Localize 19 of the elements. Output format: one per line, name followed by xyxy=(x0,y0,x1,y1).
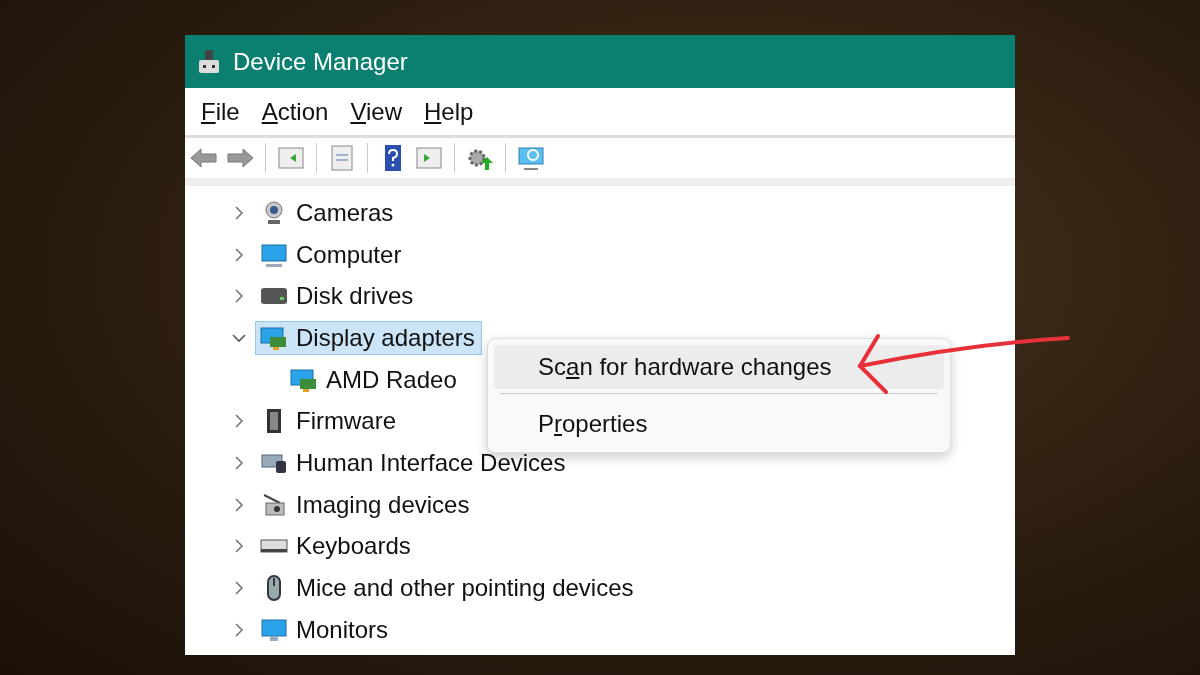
tree-item[interactable]: Cameras xyxy=(255,195,401,230)
tree-item[interactable]: Monitors xyxy=(255,612,396,647)
menu-item[interactable]: Help xyxy=(414,93,484,130)
tree-item[interactable]: Human Interface Devices xyxy=(255,445,573,480)
tree-item[interactable]: Display adapters xyxy=(255,320,482,355)
tree-item[interactable]: Disk drives xyxy=(255,279,421,314)
menu-item[interactable]: Action xyxy=(251,93,339,130)
tree-item[interactable]: Firmware xyxy=(255,404,403,439)
menu-item[interactable]: View xyxy=(340,93,412,130)
window-title: Device Manager xyxy=(233,47,408,76)
tree-item[interactable]: Imaging devices xyxy=(255,487,477,522)
device-manager-icon xyxy=(197,48,221,75)
tree-item[interactable]: Computer xyxy=(255,237,409,272)
tree-item[interactable]: AMD Radeo xyxy=(285,362,464,397)
tree-item[interactable]: Keyboards xyxy=(255,529,418,564)
menu-item[interactable]: Properties xyxy=(494,402,944,446)
menu-item[interactable]: File xyxy=(191,93,250,130)
tree-item[interactable]: Mice and other pointing devices xyxy=(255,571,641,606)
menu-item[interactable]: Scan for hardware changes xyxy=(494,345,944,389)
